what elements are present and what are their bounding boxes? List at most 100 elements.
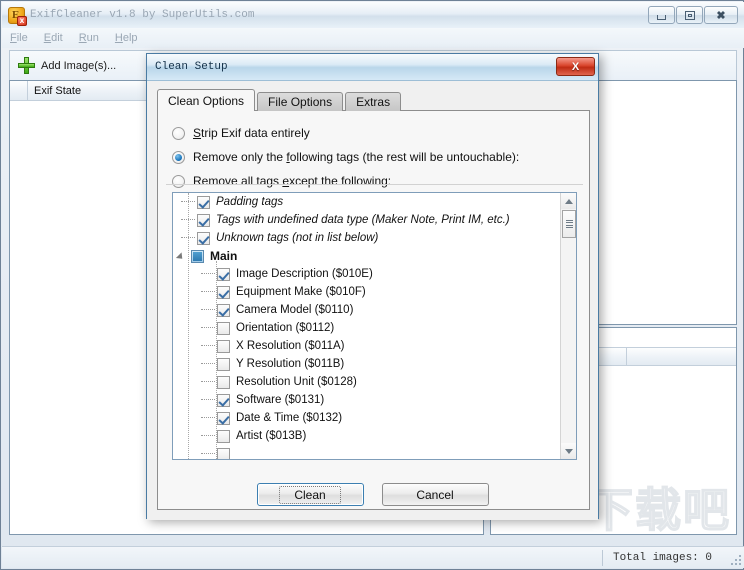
checkbox-camera-model[interactable] [217, 303, 230, 317]
clean-button[interactable]: Clean [256, 483, 364, 506]
tag-tree-scrollbar[interactable] [560, 193, 576, 459]
tree-row[interactable]: Tags with undefined data type (Maker Not… [173, 211, 561, 229]
tree-row[interactable]: Date & Time ($0132) [173, 409, 561, 427]
checkbox-equipment-make[interactable] [217, 285, 230, 299]
tree-row[interactable]: Image Description ($010E) [173, 265, 561, 283]
tree-connector-icon [181, 201, 195, 203]
app-icon-badge: x [17, 15, 27, 26]
tree-item-label: Artist ($013B) [236, 430, 307, 442]
tree-item-label: Main [210, 249, 238, 263]
tree-item-label: Orientation ($0112) [236, 322, 335, 334]
menu-item-file[interactable]: File [10, 32, 28, 44]
radio-strip-exif-entirely-indicator [172, 126, 185, 140]
tag-tree[interactable]: Padding tags Tags with undefined data ty… [172, 192, 577, 460]
tree-row[interactable]: Padding tags [173, 193, 561, 211]
tree-row[interactable]: Software ($0131) [173, 391, 561, 409]
clean-button-label: Clean [279, 485, 341, 504]
tree-row[interactable]: Artist ($013B) [173, 427, 561, 445]
close-button[interactable]: ✖ [704, 6, 738, 24]
tree-item-label: Tags with undefined data type (Maker Not… [216, 214, 510, 226]
dialog-close-button[interactable]: X [556, 57, 595, 76]
tree-row[interactable] [173, 445, 561, 459]
checkbox-software[interactable] [217, 393, 230, 407]
checkbox-padding-tags[interactable] [197, 195, 210, 209]
radio-remove-all-except[interactable]: Remove all tags except the following: [172, 169, 589, 193]
dialog-close-icon: X [571, 60, 580, 73]
tab-file-options[interactable]: File Options [257, 92, 344, 111]
radio-remove-only-following[interactable]: Remove only the following tags (the rest… [172, 145, 589, 169]
tree-connector-icon [181, 237, 195, 239]
tree-connector-icon [201, 345, 215, 347]
add-images-button[interactable]: Add Image(s)... [10, 55, 124, 76]
scrollbar-thumb[interactable] [562, 210, 576, 238]
collapse-triangle-icon[interactable] [177, 251, 188, 262]
radio-strip-exif-entirely[interactable]: Strip Exif data entirely [172, 121, 589, 145]
tree-row[interactable]: X Resolution ($011A) [173, 337, 561, 355]
checkbox-next-partial[interactable] [217, 447, 230, 459]
dialog-title-bar: Clean Setup X [147, 54, 598, 81]
tree-row[interactable]: Camera Model ($0110) [173, 301, 561, 319]
clean-options-panel: Strip Exif data entirely Remove only the… [157, 110, 590, 510]
tree-row[interactable]: Main [173, 247, 561, 265]
tree-row[interactable]: Orientation ($0112) [173, 319, 561, 337]
dialog-body: Clean Options File Options Extras Strip … [147, 81, 598, 520]
scroll-up-button[interactable] [561, 193, 576, 209]
minimize-icon [657, 14, 666, 20]
status-bar: Total images: 0 [2, 546, 744, 568]
checkbox-date-time[interactable] [217, 411, 230, 425]
dialog-button-bar: Clean Cancel [147, 483, 598, 507]
cancel-button-label: Cancel [416, 487, 454, 502]
maximize-button[interactable] [676, 6, 703, 24]
scroll-down-button[interactable] [561, 443, 576, 459]
main-window: E x ExifCleaner v1.8 by SuperUtils.com ✖… [0, 0, 744, 570]
tree-row[interactable]: Unknown tags (not in list below) [173, 229, 561, 247]
close-icon: ✖ [716, 9, 726, 22]
cancel-button[interactable]: Cancel [381, 483, 489, 506]
checkbox-x-resolution[interactable] [217, 339, 230, 353]
add-images-label: Add Image(s)... [41, 59, 117, 72]
tree-item-label: Resolution Unit ($0128) [236, 376, 357, 388]
tree-item-label: Equipment Make ($010F) [236, 286, 366, 298]
window-title: ExifCleaner v1.8 by SuperUtils.com [30, 9, 255, 21]
tree-item-label: Padding tags [216, 196, 284, 208]
tree-row[interactable]: Equipment Make ($010F) [173, 283, 561, 301]
checkbox-orientation[interactable] [217, 321, 230, 335]
checkbox-main-group[interactable] [191, 249, 204, 263]
divider [166, 184, 583, 185]
tree-row[interactable]: Resolution Unit ($0128) [173, 373, 561, 391]
tab-clean-options-label: Clean Options [168, 93, 245, 108]
menu-item-help[interactable]: Help [115, 32, 138, 44]
tree-connector-icon [201, 291, 215, 293]
checkbox-image-description[interactable] [217, 267, 230, 281]
chevron-down-icon [565, 448, 573, 454]
tree-connector-icon [201, 309, 215, 311]
radio-remove-all-except-label: Remove all tags except the following: [193, 174, 392, 188]
maximize-icon [684, 10, 695, 20]
tab-extras-label: Extras [356, 95, 391, 109]
file-list-col-blank[interactable] [10, 81, 28, 100]
tree-item-label: Software ($0131) [236, 394, 325, 406]
tree-connector-icon [201, 381, 215, 383]
clean-mode-radio-group: Strip Exif data entirely Remove only the… [158, 111, 589, 193]
menu-bar: File Edit Run Help [2, 28, 744, 48]
tree-item-label: Unknown tags (not in list below) [216, 232, 379, 244]
checkbox-undefined-data-type-tags[interactable] [197, 213, 210, 227]
tree-item-label: Y Resolution ($011B) [236, 358, 345, 370]
tab-extras[interactable]: Extras [345, 92, 402, 111]
tree-row[interactable]: Y Resolution ($011B) [173, 355, 561, 373]
minimize-button[interactable] [648, 6, 675, 24]
menu-item-edit[interactable]: Edit [44, 32, 63, 44]
checkbox-resolution-unit[interactable] [217, 375, 230, 389]
checkbox-unknown-tags[interactable] [197, 231, 210, 245]
menu-item-run[interactable]: Run [79, 32, 99, 44]
checkbox-y-resolution[interactable] [217, 357, 230, 371]
status-total-images: Total images: 0 [601, 549, 722, 566]
resize-grip[interactable] [727, 551, 741, 565]
checkbox-artist[interactable] [217, 429, 230, 443]
radio-remove-all-except-indicator [172, 174, 185, 188]
tree-connector-icon [201, 453, 215, 455]
tab-strip: Clean Options File Options Extras [157, 89, 403, 111]
scrollbar-grip-icon [565, 219, 573, 229]
tab-clean-options[interactable]: Clean Options [157, 89, 256, 111]
app-icon: E x [8, 6, 27, 26]
